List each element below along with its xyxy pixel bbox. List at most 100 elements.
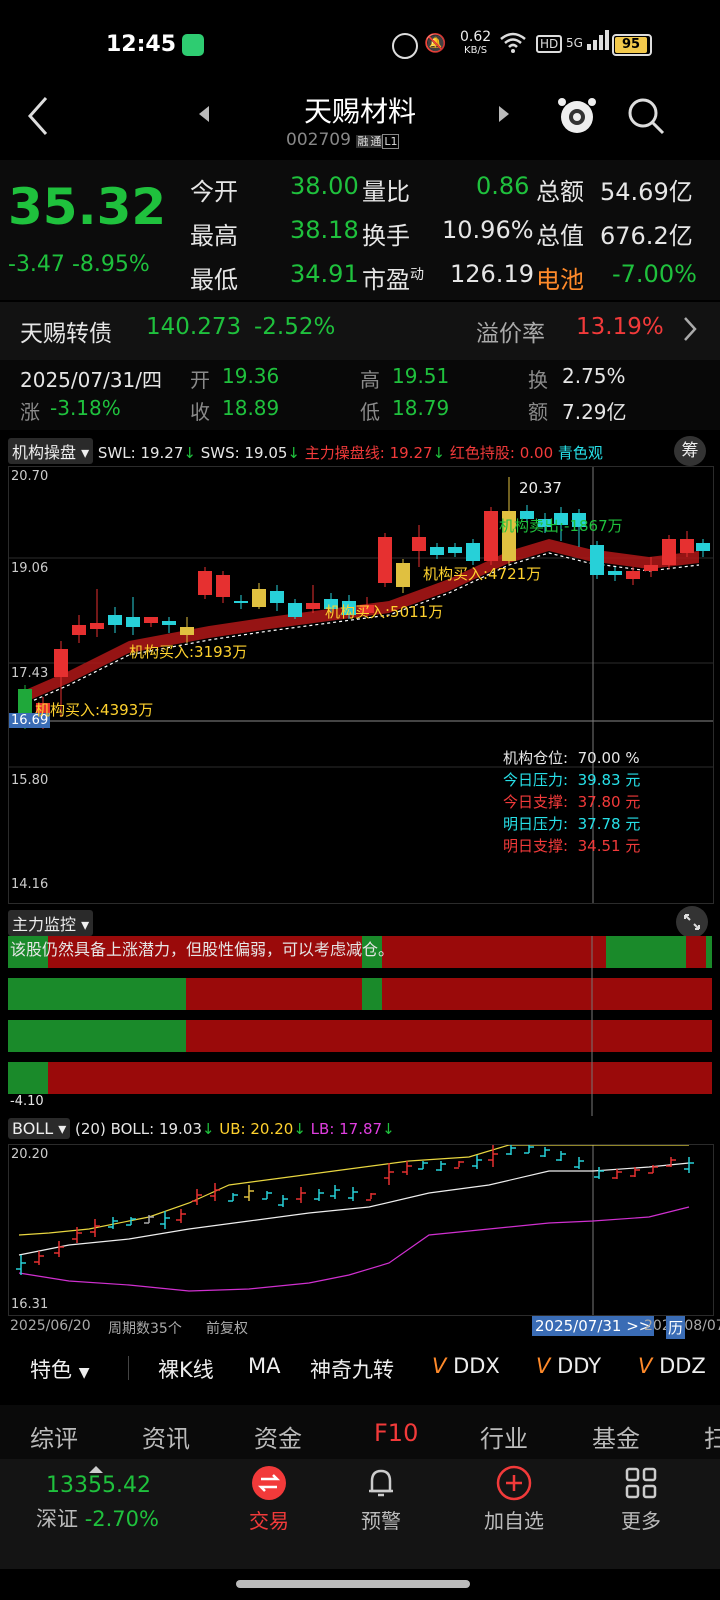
sector-change: -7.00% <box>612 260 697 288</box>
tab-funds[interactable]: 资金 <box>254 1419 302 1454</box>
monitor-segment <box>186 978 362 1010</box>
low-value: 34.91 <box>290 260 359 288</box>
resistance-today-value: 39.83 元 <box>577 771 641 789</box>
battery-level: 95 <box>615 37 647 53</box>
ddy-button[interactable]: V DDY <box>536 1354 601 1378</box>
tab-industry[interactable]: 行业 <box>480 1419 528 1454</box>
candlestick-chart[interactable]: 20.70 19.06 17.43 15.80 14.16 16.69 20.3… <box>8 466 714 904</box>
boll-chart[interactable]: 20.20 16.31 <box>8 1144 714 1316</box>
bare-kline-button[interactable]: 裸K线 <box>158 1354 214 1384</box>
signal-icon: 5G <box>566 30 609 50</box>
ddz-label: DDZ <box>659 1354 706 1378</box>
monitor-segment <box>8 1020 186 1052</box>
index-name: 深证 <box>36 1507 78 1531</box>
alarm-icon <box>392 33 418 59</box>
monitor-segment <box>382 978 712 1010</box>
feature-label: 特色 <box>30 1358 72 1382</box>
resistance-today-label: 今日压力: <box>503 771 569 789</box>
candle-body <box>126 617 140 627</box>
chevron-right-icon[interactable] <box>682 314 698 348</box>
magic-nine-button[interactable]: 神奇九转 <box>310 1354 394 1384</box>
boll-name: BOLL <box>12 1119 54 1138</box>
tab-review[interactable]: 综评 <box>30 1419 78 1454</box>
monitor-segment <box>382 936 606 968</box>
monitor-name: 主力监控 <box>12 915 77 934</box>
tab-fund[interactable]: 基金 <box>592 1419 640 1454</box>
sws-value: SWS: 19.05 <box>200 444 288 462</box>
signal-label: 5G <box>566 36 583 50</box>
indicator-select[interactable]: 机构操盘 ▾ <box>8 438 94 464</box>
candle-body <box>72 625 86 635</box>
monitor-select[interactable]: 主力监控 ▾ <box>8 910 94 936</box>
nav-add-watch[interactable]: 加自选 <box>476 1465 552 1534</box>
index-value[interactable]: 13355.42 <box>46 1473 151 1498</box>
boll-mid-line <box>18 1162 690 1256</box>
tab-f10[interactable]: F10 <box>374 1419 418 1447</box>
sector-link[interactable]: 电池 <box>536 260 584 295</box>
boll-select[interactable]: BOLL ▾ <box>8 1118 71 1139</box>
ma-button[interactable]: MA <box>248 1354 280 1378</box>
candle-body <box>288 603 302 617</box>
convertible-bond-bar[interactable]: 天赐转债 140.273 -2.52% 溢价率 13.19% <box>0 302 720 360</box>
day-amount: 7.29亿 <box>562 400 627 424</box>
mascot-icon[interactable] <box>556 94 598 136</box>
badge-connect: 通 <box>369 135 383 148</box>
app-notification-icon <box>182 34 204 56</box>
nav-trade[interactable]: 交易 <box>234 1465 304 1534</box>
nav-more[interactable]: 更多 <box>606 1465 676 1534</box>
ddz-button[interactable]: V DDZ <box>638 1354 706 1378</box>
position-panel: 机构仓位: 70.00 % 今日压力: 39.83 元 今日支撑: 37.80 … <box>503 747 640 857</box>
history-button[interactable]: 历 <box>666 1316 686 1339</box>
boll-lb: LB: 17.87 <box>310 1120 383 1138</box>
status-time: 12:45 <box>106 32 177 57</box>
nav-bar: 天赐材料 002709 融通 L1 <box>0 90 720 160</box>
day-chg-label: 涨 <box>20 400 40 424</box>
candle-body <box>234 601 248 603</box>
next-stock-button[interactable] <box>496 104 512 128</box>
monitor-panel: 该股仍然具备上涨潜力，但股性偏弱，可以考虑减仓。 -4.10 <box>8 936 712 1116</box>
expand-icon[interactable] <box>676 906 708 938</box>
amount-value: 54.69亿 <box>600 178 693 206</box>
monitor-segment <box>706 936 712 968</box>
monitor-segment <box>8 1062 48 1094</box>
turnover-label: 换手 <box>362 222 410 250</box>
candle-body <box>448 547 462 553</box>
candle-body <box>198 571 212 595</box>
ddx-button[interactable]: V DDX <box>432 1354 500 1378</box>
position-value: 70.00 % <box>577 749 640 767</box>
main-line-value: 主力操盘线: 19.27 <box>304 444 433 462</box>
candle-body <box>430 547 444 555</box>
boll-lb-line <box>18 1206 690 1292</box>
market-cap-value: 676.2亿 <box>600 222 693 250</box>
tab-more[interactable]: 扫 <box>704 1419 720 1454</box>
tab-news[interactable]: 资讯 <box>142 1419 190 1454</box>
info-tabs: 综评 资讯 资金 F10 行业 基金 扫 <box>0 1405 720 1459</box>
search-icon[interactable] <box>626 96 666 140</box>
pe-sup: 动 <box>410 267 424 283</box>
feature-menu[interactable]: 特色 ▼ <box>30 1354 89 1384</box>
hold-value: 红色持股: 0.00 <box>449 444 554 462</box>
low-label: 最低 <box>190 266 238 294</box>
adjust-mode[interactable]: 前复权 <box>206 1318 248 1338</box>
y-tick-0: 20.70 <box>11 469 49 484</box>
period-count: 周期数35个 <box>108 1321 182 1337</box>
nav-alert[interactable]: 预警 <box>346 1465 416 1534</box>
chip-distribution-button[interactable]: 筹 <box>674 436 706 466</box>
bottom-nav: 13355.42 深证 -2.70% 交易 预警 加自选 更多 <box>0 1459 720 1569</box>
price-change-row: -3.47 -8.95% <box>8 252 150 277</box>
support-tomorrow-value: 34.51 元 <box>577 837 641 855</box>
cyan-watch: 青色观 <box>557 444 603 462</box>
candle-body <box>180 627 194 635</box>
premium-value: 13.19% <box>576 314 664 340</box>
position-row-0: 机构仓位: 70.00 % <box>503 747 640 769</box>
home-indicator <box>236 1580 470 1588</box>
candle-body <box>90 623 104 629</box>
open-label: 今开 <box>190 178 238 206</box>
bond-change: -2.52% <box>254 314 336 340</box>
index-row[interactable]: 深证 -2.70% <box>36 1503 159 1533</box>
main-indicator-header: 机构操盘 ▾ SWL: 19.27↓ SWS: 19.05↓ 主力操盘线: 19… <box>8 438 720 464</box>
annotation-buy-2: 机构买入:3193万 <box>129 643 248 661</box>
net-speed-value: 0.62 <box>460 29 492 45</box>
day-close-label: 收 <box>190 400 210 424</box>
nav-add-watch-label: 加自选 <box>484 1509 544 1533</box>
